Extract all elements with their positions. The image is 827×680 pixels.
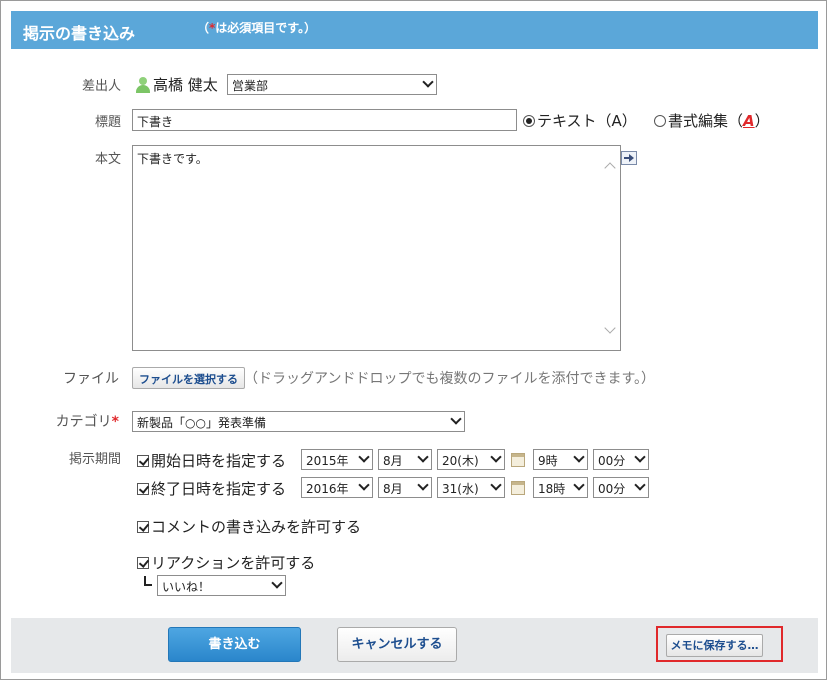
sender-label: 差出人 <box>81 79 121 94</box>
subject-input[interactable]: 下書き <box>132 109 517 131</box>
choose-file-button[interactable]: ファイルを選択する <box>132 367 245 389</box>
end-month-select[interactable]: 8月 <box>378 477 432 498</box>
chevron-down-icon <box>271 577 283 589</box>
start-hour-select[interactable]: 9時 <box>533 449 588 470</box>
chevron-down-icon <box>490 451 502 463</box>
scroll-up-icon[interactable] <box>604 162 616 174</box>
page-title: 掲示の書き込み <box>23 24 136 43</box>
radio-unselected-icon[interactable] <box>654 115 666 127</box>
start-date-label: 開始日時を指定する <box>151 452 287 470</box>
allow-reactions-checkbox[interactable]: リアクションを許可する <box>137 552 315 573</box>
allow-comments-checkbox[interactable]: コメントの書き込みを許可する <box>137 516 361 537</box>
checkbox-checked-icon[interactable] <box>137 455 149 467</box>
body-label: 本文 <box>94 152 121 167</box>
body-textarea[interactable]: 下書きです。 <box>132 145 621 351</box>
required-note: （*は必須項目です。） <box>197 21 317 35</box>
radio-selected-icon[interactable] <box>523 115 535 127</box>
radio-text-label: テキスト（A） <box>537 112 637 130</box>
sub-option-indicator <box>144 576 152 586</box>
checkbox-checked-icon[interactable] <box>137 521 149 533</box>
post-form-window: 掲示の書き込み （*は必須項目です。） 差出人 高橋 健太 営業部 標題 下書き… <box>0 0 827 680</box>
start-day-select[interactable]: 20(木) <box>437 449 505 470</box>
sender-name: 高橋 健太 <box>153 76 218 94</box>
chevron-down-icon <box>358 451 370 463</box>
subject-label: 標題 <box>94 115 121 130</box>
department-value: 営業部 <box>232 79 269 93</box>
scroll-down-icon[interactable] <box>604 322 616 334</box>
rich-editor-icon: A <box>743 112 755 130</box>
user-icon <box>135 77 151 93</box>
start-minute-select[interactable]: 00分 <box>593 449 649 470</box>
required-mark: * <box>111 414 119 430</box>
form-header: 掲示の書き込み （*は必須項目です。） <box>11 11 818 49</box>
radio-text-option[interactable]: テキスト（A） <box>523 110 637 131</box>
start-year-select[interactable]: 2015年 <box>301 449 373 470</box>
chevron-down-icon <box>490 479 502 491</box>
start-date-checkbox[interactable]: 開始日時を指定する <box>137 450 286 471</box>
category-select[interactable]: 新製品「○○」発表準備 <box>132 411 465 432</box>
end-date-label: 終了日時を指定する <box>151 480 287 498</box>
end-day-select[interactable]: 31(水) <box>437 477 505 498</box>
end-minute-select[interactable]: 00分 <box>593 477 649 498</box>
chevron-down-icon <box>573 451 585 463</box>
radio-rich-option[interactable]: 書式編集（A） <box>654 110 770 131</box>
chevron-down-icon <box>422 76 434 88</box>
cancel-button[interactable]: キャンセルする <box>337 627 457 662</box>
body-value: 下書きです。 <box>137 152 208 166</box>
checkbox-checked-icon[interactable] <box>137 483 149 495</box>
submit-button[interactable]: 書き込む <box>168 627 301 662</box>
chevron-down-icon <box>358 479 370 491</box>
chevron-down-icon <box>573 479 585 491</box>
category-value: 新製品「○○」発表準備 <box>137 416 266 430</box>
insert-icon[interactable] <box>621 151 637 165</box>
end-year-select[interactable]: 2016年 <box>301 477 373 498</box>
start-month-select[interactable]: 8月 <box>378 449 432 470</box>
end-date-checkbox[interactable]: 終了日時を指定する <box>137 478 286 499</box>
period-label: 掲示期間 <box>68 452 121 467</box>
chevron-down-icon <box>417 451 429 463</box>
checkbox-checked-icon[interactable] <box>137 557 149 569</box>
chevron-down-icon <box>634 479 646 491</box>
chevron-down-icon <box>450 413 462 425</box>
calendar-icon[interactable] <box>511 481 525 495</box>
calendar-icon[interactable] <box>511 453 525 467</box>
department-select[interactable]: 営業部 <box>227 74 437 95</box>
file-label: ファイル <box>63 371 119 387</box>
allow-comments-label: コメントの書き込みを許可する <box>151 518 362 536</box>
category-label: カテゴリ* <box>55 414 119 430</box>
file-hint: （ドラッグアンドドロップでも複数のファイルを添付できます。） <box>244 371 656 387</box>
chevron-down-icon <box>634 451 646 463</box>
allow-reactions-label: リアクションを許可する <box>151 554 316 572</box>
save-memo-button[interactable]: メモに保存する… <box>666 634 763 657</box>
reaction-type-select[interactable]: いいね！ <box>157 575 286 596</box>
chevron-down-icon <box>417 479 429 491</box>
end-hour-select[interactable]: 18時 <box>533 477 588 498</box>
